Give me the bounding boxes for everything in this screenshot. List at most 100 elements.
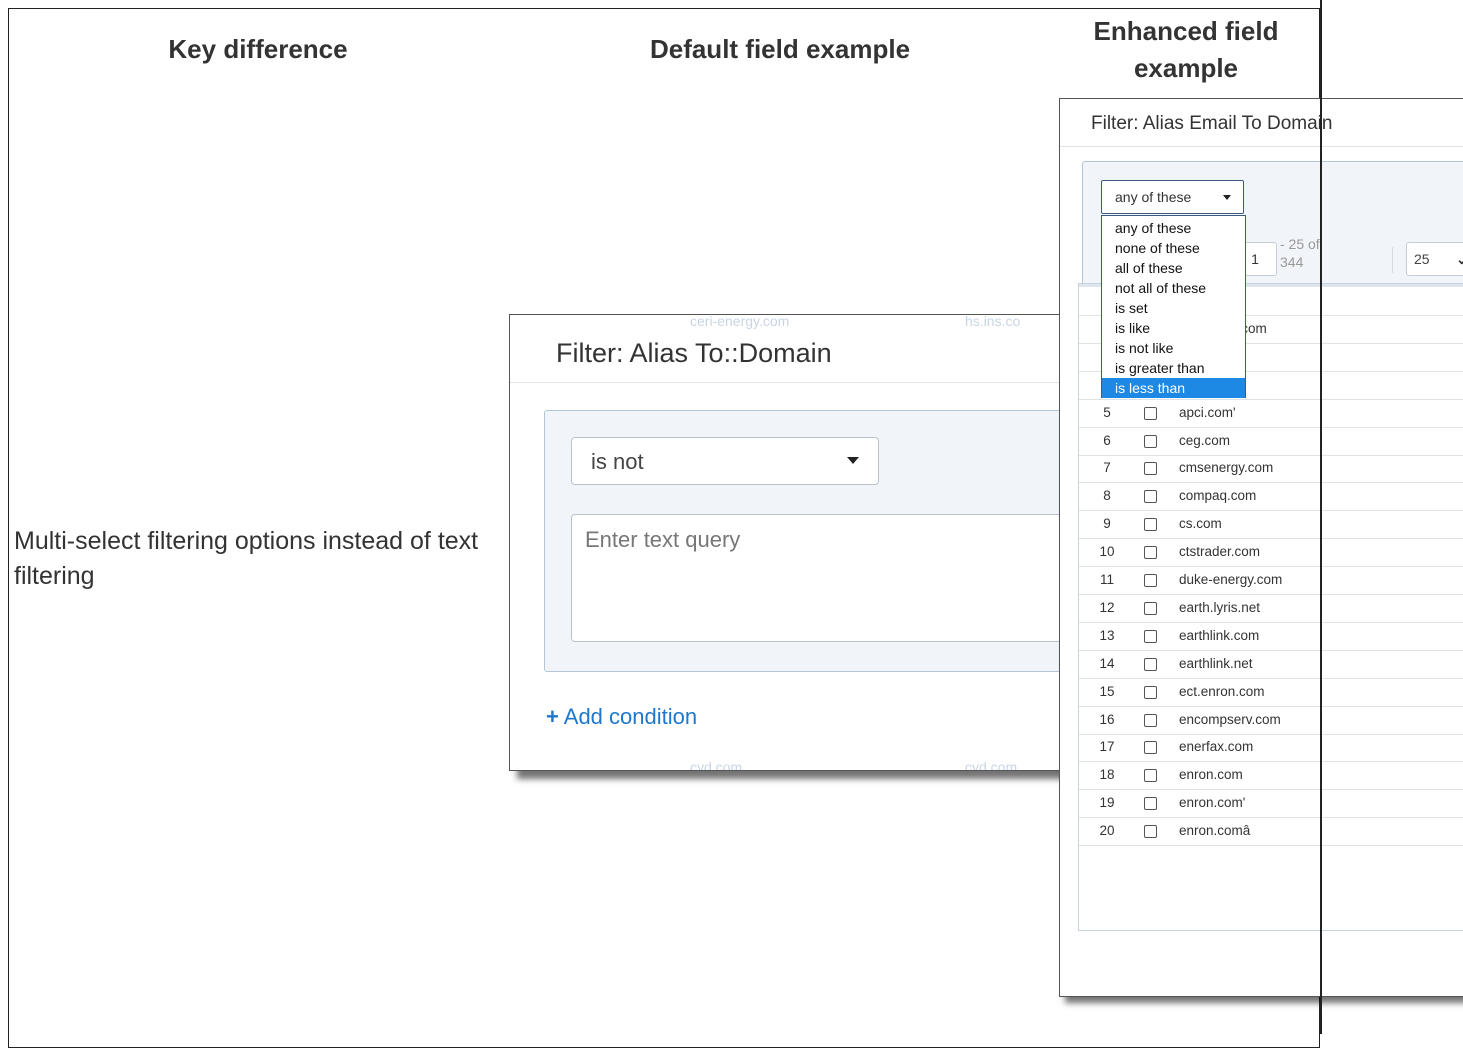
text-query-input[interactable]: Enter text query <box>571 514 1130 642</box>
row-number: 10 <box>1099 544 1115 560</box>
key-difference-description: Multi-select filtering options instead o… <box>14 527 479 590</box>
page-range-line1: - 25 of <box>1280 236 1320 252</box>
caret-down-icon <box>847 457 859 464</box>
table-row[interactable]: 19 enron.com' <box>1079 789 1463 819</box>
add-condition-label: Add condition <box>563 704 698 729</box>
background-fragment: cyd.com <box>965 759 1018 771</box>
row-domain: ceg.com <box>1179 432 1231 448</box>
row-checkbox[interactable] <box>1144 434 1157 448</box>
row-number: 11 <box>1099 572 1114 587</box>
table-row[interactable]: 14 earthlink.net <box>1079 650 1463 679</box>
row-checkbox[interactable] <box>1144 490 1157 504</box>
row-domain: enron.com <box>1179 767 1243 783</box>
row-number: 8 <box>1103 488 1111 504</box>
table-row[interactable]: 18 enron.com <box>1079 761 1463 791</box>
text-query-placeholder: Enter text query <box>585 527 741 552</box>
row-checkbox[interactable] <box>1144 797 1157 811</box>
table-row[interactable]: 8 compaq.com <box>1079 482 1463 512</box>
operator-option[interactable]: is set <box>1102 298 1245 318</box>
row-checkbox[interactable] <box>1144 657 1157 671</box>
row-checkbox[interactable] <box>1144 685 1157 699</box>
enhanced-operator-value: any of these <box>1115 189 1192 205</box>
table-row[interactable]: 11 duke-energy.com <box>1079 566 1463 595</box>
table-row[interactable]: 9 cs.com <box>1079 510 1463 540</box>
header-key-difference: Key difference <box>168 34 348 64</box>
table-row[interactable]: 5 apci.com' <box>1079 399 1463 428</box>
row-checkbox[interactable] <box>1144 546 1157 560</box>
row-checkbox[interactable] <box>1144 629 1157 643</box>
row-number: 15 <box>1099 683 1115 699</box>
background-fragment: cyd.com <box>690 759 743 771</box>
table-row[interactable]: 7 cmsenergy.com <box>1079 454 1463 484</box>
title-divider <box>510 382 1130 383</box>
row-domain: encompserv.com <box>1179 711 1281 727</box>
operator-option[interactable]: none of these <box>1102 238 1245 258</box>
table-row[interactable]: 16 encompserv.com <box>1079 706 1463 735</box>
row-number: 5 <box>1103 404 1111 420</box>
default-condition-box: is not Enter text query <box>544 410 1130 672</box>
row-domain: cmsenergy.com <box>1179 460 1274 476</box>
operator-option[interactable]: is less than <box>1102 378 1245 398</box>
page-range-total: 344 <box>1280 254 1304 270</box>
table-row[interactable]: 10 ctstrader.com <box>1079 538 1463 568</box>
enhanced-filter-title: Filter: Alias Email To Domain <box>1091 113 1333 134</box>
row-domain: ctstrader.com <box>1179 544 1261 560</box>
row-number: 13 <box>1099 627 1115 643</box>
row-checkbox[interactable] <box>1144 462 1157 476</box>
row-domain: ect.enron.com <box>1179 683 1265 699</box>
operator-select-value: is not <box>591 449 644 474</box>
row-domain: compaq.com <box>1179 488 1257 504</box>
header-enhanced-line1: Enhanced field <box>1093 16 1279 46</box>
pager-divider <box>1392 247 1393 273</box>
caret-down-icon <box>1223 195 1231 200</box>
page-size-value: 25 <box>1414 251 1430 267</box>
plus-icon: + <box>546 704 559 729</box>
row-checkbox[interactable] <box>1144 769 1157 783</box>
table-row[interactable]: 20 enron.comâ <box>1079 817 1463 847</box>
add-condition-link[interactable]: + Add condition <box>546 704 697 730</box>
row-number: 9 <box>1103 516 1111 532</box>
row-domain: cs.com <box>1179 516 1222 532</box>
default-filter-panel: ceri-energy.com hs.ins.co cyd.com cyd.co… <box>509 314 1131 771</box>
row-number: 7 <box>1103 460 1111 476</box>
row-domain: enron.comâ <box>1179 823 1251 839</box>
header-enhanced-line2: example <box>1133 53 1239 83</box>
row-checkbox[interactable] <box>1144 518 1157 532</box>
table-row[interactable]: 12 earth.lyris.net <box>1079 594 1463 623</box>
row-checkbox[interactable] <box>1144 574 1157 587</box>
row-domain: earthlink.net <box>1179 655 1253 671</box>
row-checkbox[interactable] <box>1144 406 1157 420</box>
default-filter-title: Filter: Alias To::Domain <box>556 338 832 368</box>
table-row[interactable]: 6 ceg.com <box>1079 427 1463 456</box>
row-number: 14 <box>1099 655 1115 671</box>
operator-select[interactable]: is not <box>571 437 879 485</box>
row-checkbox[interactable] <box>1144 741 1157 755</box>
row-domain: earthlink.com <box>1179 627 1260 643</box>
operator-option[interactable]: all of these <box>1102 258 1245 278</box>
operator-option[interactable]: is like <box>1102 318 1245 338</box>
row-domain: earth.lyris.net <box>1179 599 1261 615</box>
operator-option[interactable]: is not like <box>1102 338 1245 358</box>
row-number: 12 <box>1099 599 1115 615</box>
row-number: 16 <box>1099 711 1115 727</box>
operator-option[interactable]: is greater than <box>1102 358 1245 378</box>
operator-option[interactable]: any of these <box>1102 218 1245 238</box>
row-number: 20 <box>1099 823 1115 839</box>
row-domain: apci.com' <box>1179 404 1236 420</box>
row-number: 6 <box>1103 432 1111 448</box>
table-row[interactable]: 15 ect.enron.com <box>1079 678 1463 707</box>
row-domain: enron.com' <box>1179 795 1246 811</box>
background-fragment: hs.ins.co <box>965 314 1021 329</box>
table-row[interactable]: 13 earthlink.com <box>1079 622 1463 651</box>
operator-dropdown-menu: any of these none of these all of these not… <box>1101 215 1246 398</box>
row-checkbox[interactable] <box>1144 601 1157 615</box>
row-checkbox[interactable] <box>1144 713 1157 727</box>
page-size-select[interactable]: 25 ⌄ <box>1406 242 1463 276</box>
enhanced-filter-panel: Filter: Alias Email To Domain any of the… <box>1059 98 1463 997</box>
table-column-border <box>1320 0 1322 1034</box>
row-checkbox[interactable] <box>1144 825 1157 839</box>
table-row[interactable]: 17 enerfax.com <box>1079 733 1463 763</box>
enhanced-operator-select[interactable]: any of these <box>1101 180 1244 214</box>
row-number: 18 <box>1099 767 1115 783</box>
operator-option[interactable]: not all of these <box>1102 278 1245 298</box>
